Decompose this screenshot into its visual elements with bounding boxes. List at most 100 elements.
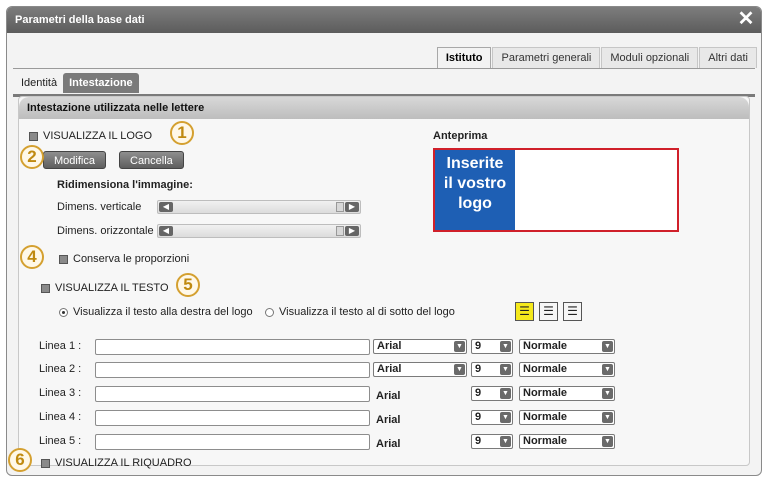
modify-logo-button[interactable]: Modifica	[43, 151, 106, 169]
chevron-down-icon[interactable]: ▼	[500, 341, 511, 352]
logo-placeholder: Inserite il vostro logo	[435, 150, 515, 230]
font-style-value: Normale	[523, 387, 568, 399]
chevron-down-icon[interactable]: ▼	[454, 364, 465, 375]
font-value: Arial	[376, 438, 401, 450]
font-size-value: 9	[475, 411, 482, 423]
text-below-label: Visualizza il testo al di sotto del logo	[279, 306, 455, 318]
tab-intestazione[interactable]: Intestazione	[63, 73, 139, 93]
tab-identita[interactable]: Identità	[15, 73, 63, 93]
keep-ratio-label: Conserva le proporzioni	[73, 253, 190, 265]
show-frame-checkbox[interactable]	[41, 459, 50, 468]
cancel-logo-button[interactable]: Cancella	[119, 151, 184, 169]
text-below-radio[interactable]	[265, 308, 274, 317]
font-size-dropdown[interactable]: 9 ▼	[471, 386, 513, 401]
callout-badge: 5	[176, 273, 200, 297]
preview-title: Anteprima	[433, 130, 488, 142]
horizontal-size-slider[interactable]: ◀ ▶	[157, 224, 361, 238]
font-style-value: Normale	[523, 363, 568, 375]
font-style-dropdown[interactable]: Normale ▼	[519, 339, 615, 354]
window-title: Parametri della base dati	[15, 14, 145, 26]
chevron-down-icon[interactable]: ▼	[602, 412, 613, 423]
logo-line: il vostro	[443, 175, 507, 192]
line-text-input[interactable]	[95, 410, 370, 426]
font-style-value: Normale	[523, 435, 568, 447]
line-label: Linea 3 :	[39, 387, 82, 399]
logo-line: Inserite	[446, 155, 504, 172]
show-logo-label: VISUALIZZA IL LOGO	[43, 130, 153, 142]
font-size-value: 9	[475, 387, 482, 399]
font-size-dropdown[interactable]: 9 ▼	[471, 410, 513, 425]
font-size-value: 9	[475, 340, 482, 352]
callout-badge: 1	[170, 121, 194, 145]
slider-right-arrow-icon[interactable]: ▶	[345, 202, 359, 212]
slider-left-arrow-icon[interactable]: ◀	[159, 202, 173, 212]
chevron-down-icon[interactable]: ▼	[500, 364, 511, 375]
logo-line: logo	[458, 195, 492, 212]
align-center-icon[interactable]: ☰	[539, 302, 558, 321]
resize-title: Ridimensiona l'immagine:	[57, 179, 193, 191]
tab-altri-dati[interactable]: Altri dati	[699, 47, 757, 68]
font-style-dropdown[interactable]: Normale ▼	[519, 434, 615, 449]
close-icon[interactable]: ✕	[735, 9, 757, 31]
show-text-label: VISUALIZZA IL TESTO	[55, 282, 169, 294]
chevron-down-icon[interactable]: ▼	[602, 364, 613, 375]
top-tabs: Istituto Parametri generali Moduli opzio…	[436, 47, 757, 68]
show-logo-checkbox[interactable]	[29, 132, 38, 141]
font-dropdown[interactable]: Arial ▼	[373, 339, 467, 354]
callout-badge: 4	[20, 245, 44, 269]
chevron-down-icon[interactable]: ▼	[500, 412, 511, 423]
slider-thumb[interactable]	[336, 226, 344, 236]
callout-badge: 2	[20, 145, 44, 169]
chevron-down-icon[interactable]: ▼	[602, 436, 613, 447]
font-style-dropdown[interactable]: Normale ▼	[519, 410, 615, 425]
font-style-dropdown[interactable]: Normale ▼	[519, 386, 615, 401]
font-style-value: Normale	[523, 340, 568, 352]
chevron-down-icon[interactable]: ▼	[500, 436, 511, 447]
line-text-input[interactable]	[95, 339, 370, 355]
align-right-icon[interactable]: ☰	[563, 302, 582, 321]
line-text-input[interactable]	[95, 386, 370, 402]
line-label: Linea 4 :	[39, 411, 82, 423]
line-text-input[interactable]	[95, 362, 370, 378]
line-label: Linea 2 :	[39, 363, 82, 375]
tab-moduli-opzionali[interactable]: Moduli opzionali	[601, 47, 699, 68]
text-right-label: Visualizza il testo alla destra del logo	[73, 306, 253, 318]
align-left-icon[interactable]: ☰	[515, 302, 534, 321]
title-bar: Parametri della base dati ✕	[7, 7, 761, 33]
show-text-checkbox[interactable]	[41, 284, 50, 293]
text-right-radio[interactable]	[59, 308, 68, 317]
font-dropdown[interactable]: Arial ▼	[373, 362, 467, 377]
slider-thumb[interactable]	[336, 202, 344, 212]
keep-ratio-checkbox[interactable]	[59, 255, 68, 264]
chevron-down-icon[interactable]: ▼	[500, 388, 511, 399]
font-size-dropdown[interactable]: 9 ▼	[471, 339, 513, 354]
slider-left-arrow-icon[interactable]: ◀	[159, 226, 173, 236]
font-size-value: 9	[475, 363, 482, 375]
font-size-dropdown[interactable]: 9 ▼	[471, 434, 513, 449]
intestazione-panel: Intestazione utilizzata nelle lettere VI…	[18, 96, 750, 469]
sub-tabs: Identità Intestazione	[15, 73, 139, 93]
vertical-size-label: Dimens. verticale	[57, 201, 142, 213]
line-label: Linea 5 :	[39, 435, 82, 447]
tab-istituto[interactable]: Istituto	[436, 47, 492, 68]
tab-parametri-generali[interactable]: Parametri generali	[492, 47, 601, 68]
font-value: Arial	[377, 340, 402, 352]
font-size-dropdown[interactable]: 9 ▼	[471, 362, 513, 377]
slider-right-arrow-icon[interactable]: ▶	[345, 226, 359, 236]
chevron-down-icon[interactable]: ▼	[602, 341, 613, 352]
line-text-input[interactable]	[95, 434, 370, 450]
show-frame-label: VISUALIZZA IL RIQUADRO	[55, 457, 192, 469]
section-header: Intestazione utilizzata nelle lettere	[19, 97, 749, 119]
font-style-value: Normale	[523, 411, 568, 423]
vertical-size-slider[interactable]: ◀ ▶	[157, 200, 361, 214]
line-label: Linea 1 :	[39, 340, 82, 352]
font-value: Arial	[376, 390, 401, 402]
font-value: Arial	[377, 363, 402, 375]
horizontal-size-label: Dimens. orizzontale	[57, 225, 154, 237]
chevron-down-icon[interactable]: ▼	[454, 341, 465, 352]
font-style-dropdown[interactable]: Normale ▼	[519, 362, 615, 377]
font-value: Arial	[376, 414, 401, 426]
font-size-value: 9	[475, 435, 482, 447]
top-tabs-divider	[13, 68, 755, 69]
chevron-down-icon[interactable]: ▼	[602, 388, 613, 399]
